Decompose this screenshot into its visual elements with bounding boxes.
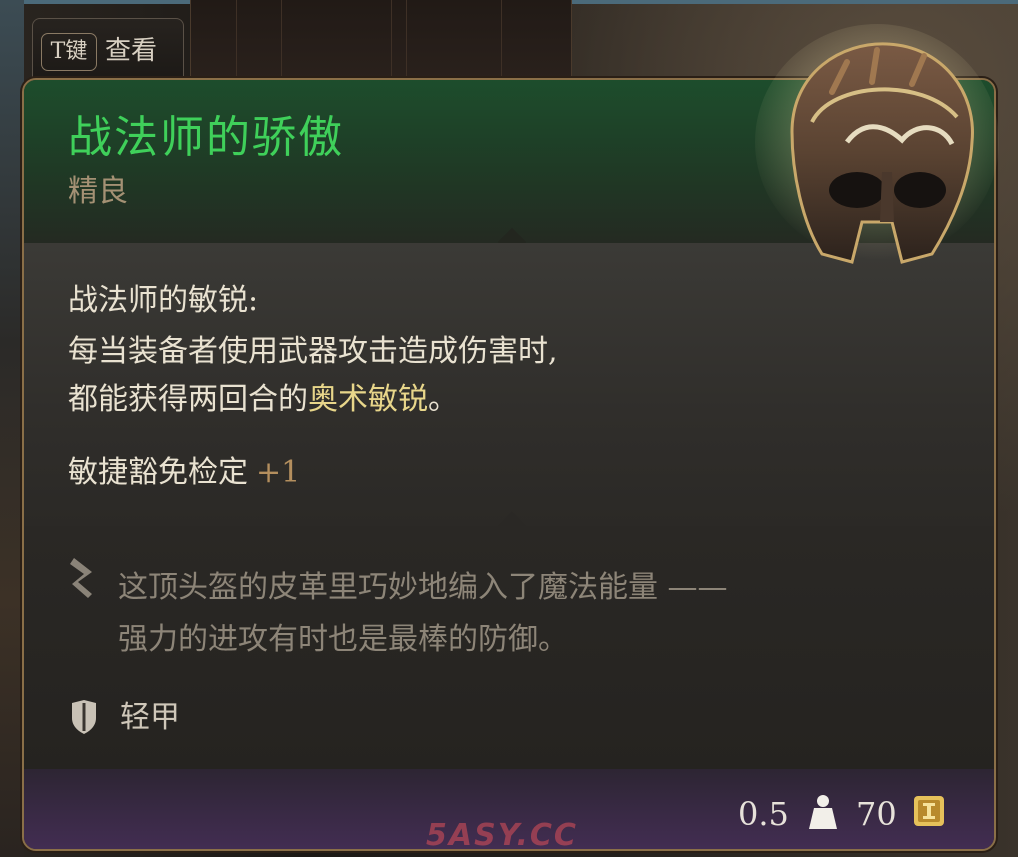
left-edge-scenery — [0, 0, 24, 857]
shield-icon — [72, 700, 96, 734]
weight-value: 0.5 — [738, 795, 789, 833]
passive-desc-line1: 每当装备者使用武器攻击造成伤害时, — [68, 334, 558, 369]
saving-throw-bonus: 敏捷豁免检定 +1 — [68, 452, 300, 494]
gold-coin-icon — [914, 796, 944, 826]
armor-type: 轻甲 — [120, 700, 180, 735]
background-panel-strip — [190, 0, 572, 80]
item-rarity: 精良 — [68, 174, 128, 209]
lore-line-2: 强力的进攻有时也是最棒的防御。 — [118, 622, 568, 657]
arcane-acuity-link[interactable]: 奥术敏锐 — [308, 382, 428, 417]
lore-text: 这顶头盔的皮革里巧妙地编入了魔法能量 —— 强力的进攻有时也是最棒的防御。 — [118, 562, 878, 666]
passive-desc-end: 。 — [428, 382, 458, 417]
save-bonus-label: 敏捷豁免检定 — [68, 455, 248, 490]
examine-label: 查看 — [105, 36, 158, 66]
passive-name: 战法师的敏锐: — [68, 283, 259, 318]
t-key-icon: T键 — [41, 33, 97, 71]
examine-key-hint[interactable]: T键 查看 — [32, 18, 184, 81]
passive-desc-line2: 都能获得两回合的奥术敏锐。 — [68, 376, 828, 424]
save-bonus-value: +1 — [256, 455, 301, 490]
lore-line-1: 这顶头盔的皮革里巧妙地编入了魔法能量 —— — [118, 570, 728, 605]
price-value: 70 — [856, 795, 897, 833]
helmet-icon — [755, 24, 999, 264]
passive-description: 每当装备者使用武器攻击造成伤害时, 都能获得两回合的奥术敏锐。 — [68, 328, 828, 424]
quote-icon — [70, 558, 92, 598]
passive-desc-text: 都能获得两回合的 — [68, 382, 308, 417]
watermark-text: 5ASY.CC — [426, 818, 578, 853]
item-name: 战法师的骄傲 — [68, 112, 344, 163]
weight-icon — [809, 795, 837, 829]
